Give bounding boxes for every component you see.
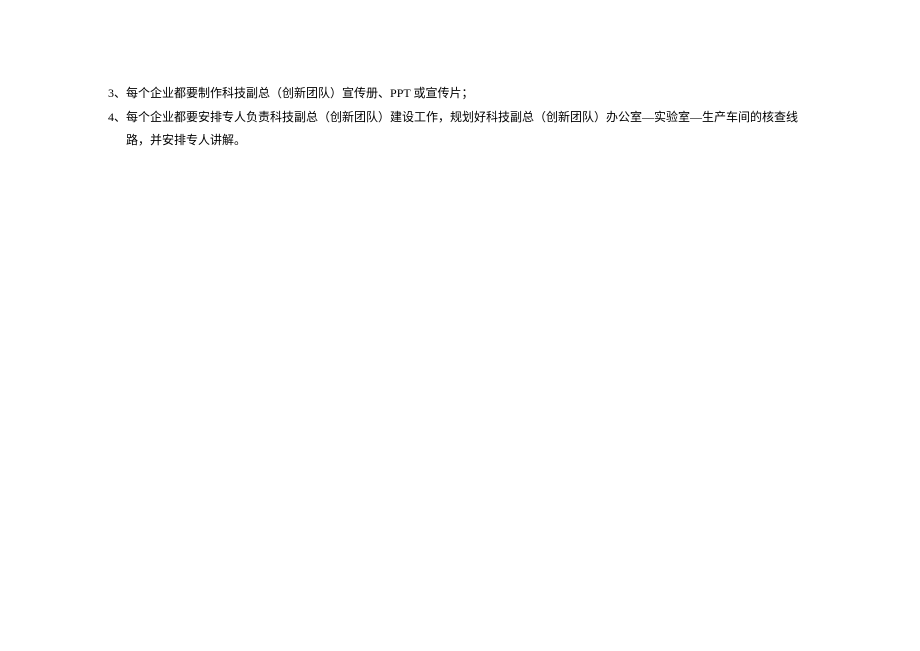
item-text: 每个企业都要制作科技副总（创新团队）宣传册、PPT 或宣传片；	[126, 82, 812, 105]
item-number: 4、	[108, 106, 126, 152]
list-item: 3、 每个企业都要制作科技副总（创新团队）宣传册、PPT 或宣传片；	[108, 82, 812, 105]
item-text: 每个企业都要安排专人负责科技副总（创新团队）建设工作，规划好科技副总（创新团队）…	[126, 106, 812, 152]
list-item: 4、 每个企业都要安排专人负责科技副总（创新团队）建设工作，规划好科技副总（创新…	[108, 106, 812, 152]
item-number: 3、	[108, 82, 126, 105]
document-content: 3、 每个企业都要制作科技副总（创新团队）宣传册、PPT 或宣传片； 4、 每个…	[108, 82, 812, 152]
